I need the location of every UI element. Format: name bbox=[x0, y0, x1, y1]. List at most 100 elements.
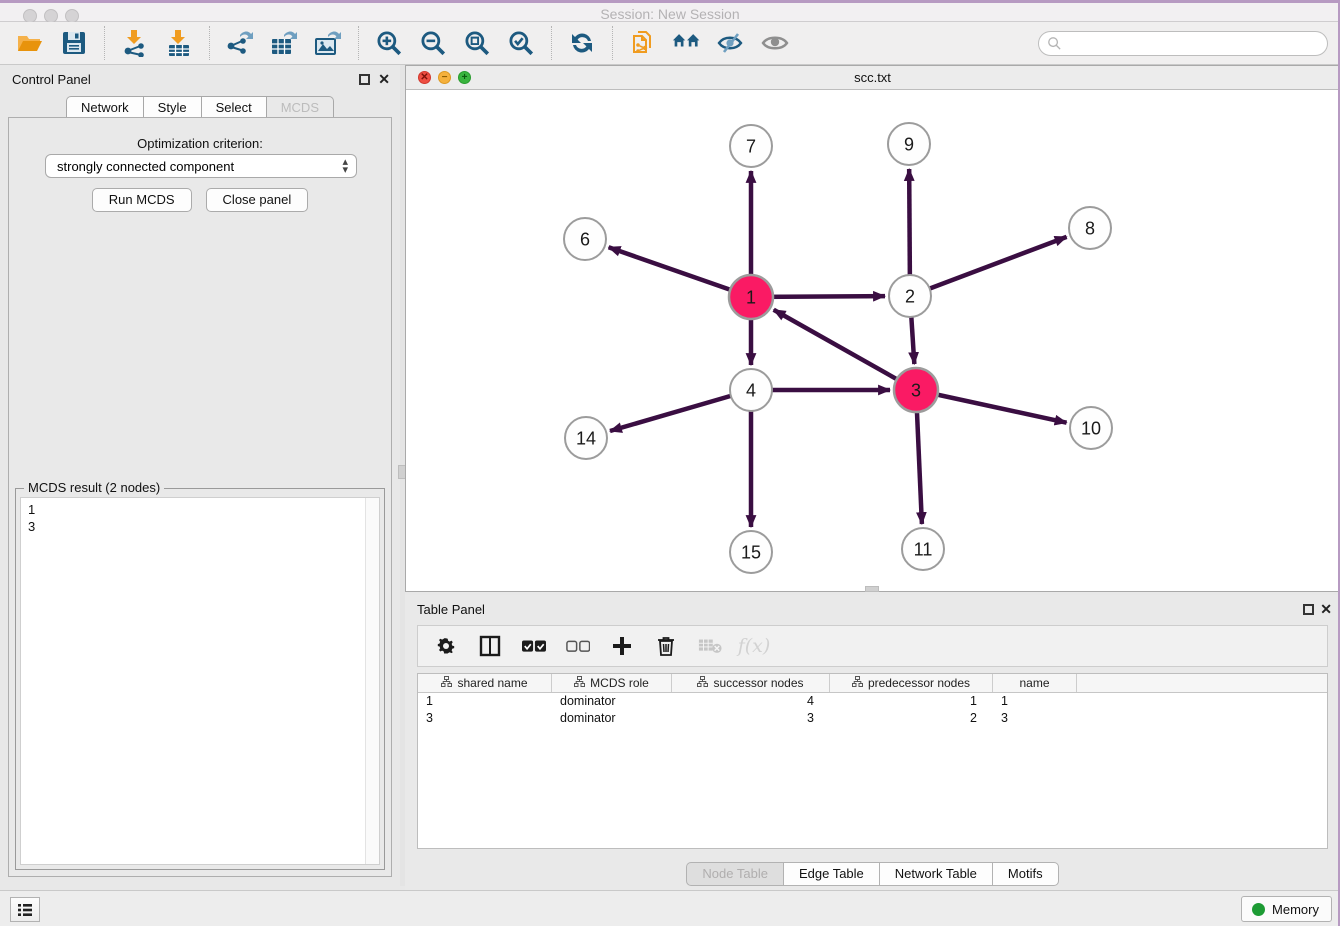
add-column-icon[interactable] bbox=[610, 634, 634, 658]
gear-icon[interactable] bbox=[434, 634, 458, 658]
export-table-icon[interactable] bbox=[269, 28, 299, 58]
svg-text:6: 6 bbox=[580, 229, 590, 249]
mcds-tab-content: Optimization criterion: strongly connect… bbox=[8, 117, 392, 877]
control-panel: Control Panel ✕ NetworkStyleSelectMCDS O… bbox=[0, 65, 400, 886]
graph-node-14[interactable]: 14 bbox=[565, 417, 607, 459]
run-mcds-button[interactable]: Run MCDS bbox=[92, 188, 192, 212]
refresh-icon[interactable] bbox=[567, 28, 597, 58]
mcds-result-box: MCDS result (2 nodes) 1 3 bbox=[15, 488, 385, 870]
toolbar-group bbox=[552, 28, 612, 58]
tab-edge-table[interactable]: Edge Table bbox=[783, 862, 879, 886]
mcds-result-list[interactable]: 1 3 bbox=[20, 497, 380, 865]
column-type-icon bbox=[852, 676, 863, 690]
close-panel-icon[interactable]: ✕ bbox=[378, 71, 390, 88]
close-table-panel-icon[interactable]: ✕ bbox=[1320, 601, 1332, 618]
table-panel-title: Table Panel bbox=[417, 602, 485, 617]
column-type-icon bbox=[441, 676, 452, 690]
table-cell: 1 bbox=[830, 693, 993, 710]
show-all-icon[interactable] bbox=[760, 28, 790, 58]
graph-node-6[interactable]: 6 bbox=[564, 218, 606, 260]
graph-node-15[interactable]: 15 bbox=[730, 531, 772, 573]
graph-node-3[interactable]: 3 bbox=[894, 368, 938, 412]
select-all-columns-icon[interactable] bbox=[522, 634, 546, 658]
tab-motifs[interactable]: Motifs bbox=[992, 862, 1059, 886]
tab-network-table[interactable]: Network Table bbox=[879, 862, 992, 886]
column-header-MCDS-role[interactable]: MCDS role bbox=[552, 674, 672, 692]
table-cell: 2 bbox=[830, 710, 993, 727]
float-table-panel-icon[interactable] bbox=[1303, 604, 1314, 615]
node-table[interactable]: shared nameMCDS rolesuccessor nodesprede… bbox=[417, 673, 1328, 849]
graph-node-9[interactable]: 9 bbox=[888, 123, 930, 165]
column-header-shared-name[interactable]: shared name bbox=[418, 674, 552, 692]
result-scrollbar[interactable] bbox=[365, 498, 379, 864]
deselect-all-columns-icon[interactable] bbox=[566, 634, 590, 658]
svg-text:14: 14 bbox=[576, 428, 596, 448]
delete-column-icon[interactable] bbox=[654, 634, 678, 658]
home-layout-icon[interactable] bbox=[672, 28, 702, 58]
svg-text:9: 9 bbox=[904, 134, 914, 154]
open-session-icon[interactable] bbox=[15, 28, 45, 58]
column-header-predecessor-nodes[interactable]: predecessor nodes bbox=[830, 674, 993, 692]
network-window-title: scc.txt bbox=[406, 70, 1339, 85]
criterion-value: strongly connected component bbox=[57, 159, 234, 174]
import-network-icon[interactable] bbox=[120, 28, 150, 58]
splitter-grip[interactable] bbox=[865, 586, 879, 592]
table-header-row: shared nameMCDS rolesuccessor nodesprede… bbox=[418, 674, 1327, 693]
network-window-titlebar[interactable]: ✕ − + scc.txt bbox=[406, 66, 1339, 90]
table-cell: 3 bbox=[418, 710, 552, 727]
svg-text:3: 3 bbox=[911, 380, 921, 400]
control-panel-header: Control Panel ✕ bbox=[0, 65, 400, 95]
svg-text:4: 4 bbox=[746, 380, 756, 400]
import-table-icon[interactable] bbox=[164, 28, 194, 58]
list-icon bbox=[17, 903, 33, 917]
search-input[interactable] bbox=[1062, 33, 1327, 53]
svg-text:1: 1 bbox=[746, 287, 756, 307]
zoom-in-icon[interactable] bbox=[374, 28, 404, 58]
edge-3-1[interactable] bbox=[774, 310, 916, 390]
zoom-fit-icon[interactable] bbox=[462, 28, 492, 58]
search-box[interactable] bbox=[1038, 31, 1328, 56]
table-panel: Table Panel ✕ f(x) shared nameMCDS roles… bbox=[405, 595, 1340, 890]
columns-icon[interactable] bbox=[478, 634, 502, 658]
zoom-selected-icon[interactable] bbox=[506, 28, 536, 58]
table-cell: 3 bbox=[672, 710, 830, 727]
memory-button[interactable]: Memory bbox=[1241, 896, 1332, 922]
criterion-select[interactable]: strongly connected component ▴▾ bbox=[45, 154, 357, 178]
toolbar-group bbox=[613, 28, 805, 58]
table-cell: dominator bbox=[552, 693, 672, 710]
hide-selected-icon[interactable] bbox=[716, 28, 746, 58]
export-image-icon[interactable] bbox=[313, 28, 343, 58]
float-panel-icon[interactable] bbox=[359, 74, 370, 85]
graph-node-4[interactable]: 4 bbox=[730, 369, 772, 411]
graph-node-8[interactable]: 8 bbox=[1069, 207, 1111, 249]
optimization-criterion-label: Optimization criterion: bbox=[9, 136, 391, 151]
edge-4-14[interactable] bbox=[610, 390, 751, 431]
app-titlebar: Session: New Session bbox=[0, 0, 1340, 22]
column-type-icon bbox=[574, 676, 585, 690]
tab-node-table[interactable]: Node Table bbox=[686, 862, 783, 886]
mcds-result-title: MCDS result (2 nodes) bbox=[24, 480, 164, 495]
zoom-out-icon[interactable] bbox=[418, 28, 448, 58]
show-panels-button[interactable] bbox=[10, 897, 40, 922]
table-row[interactable]: 1dominator411 bbox=[418, 693, 1327, 710]
export-network-icon[interactable] bbox=[225, 28, 255, 58]
graph-node-7[interactable]: 7 bbox=[730, 125, 772, 167]
graph-node-11[interactable]: 11 bbox=[902, 528, 944, 570]
toolbar-group bbox=[359, 28, 551, 58]
close-panel-button[interactable]: Close panel bbox=[206, 188, 309, 212]
graph-node-1[interactable]: 1 bbox=[729, 275, 773, 319]
search-container bbox=[1038, 31, 1328, 56]
edge-2-8[interactable] bbox=[910, 237, 1067, 296]
network-graph-canvas[interactable]: 7 9 6 8 1 2 4 3 10 14 15 11 bbox=[406, 90, 1339, 591]
column-header-successor-nodes[interactable]: successor nodes bbox=[672, 674, 830, 692]
save-session-icon[interactable] bbox=[59, 28, 89, 58]
graph-node-10[interactable]: 10 bbox=[1070, 407, 1112, 449]
delete-table-icon bbox=[698, 634, 722, 658]
svg-text:2: 2 bbox=[905, 286, 915, 306]
table-row[interactable]: 3dominator323 bbox=[418, 710, 1327, 727]
column-header-name[interactable]: name bbox=[993, 674, 1077, 692]
table-cell: 1 bbox=[993, 693, 1077, 710]
main-toolbar bbox=[0, 22, 1340, 65]
duplicate-network-icon[interactable] bbox=[628, 28, 658, 58]
graph-node-2[interactable]: 2 bbox=[889, 275, 931, 317]
